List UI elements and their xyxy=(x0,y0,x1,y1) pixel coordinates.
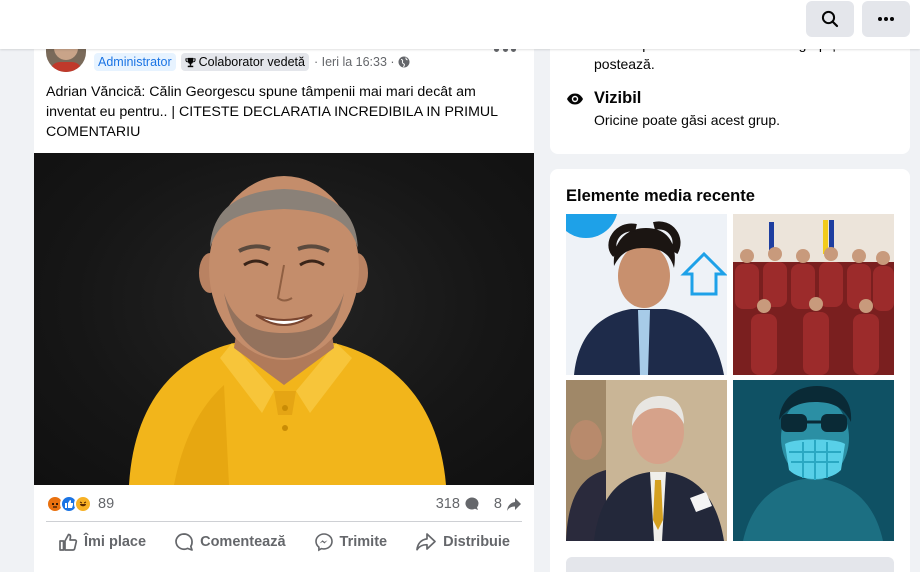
contributor-badge[interactable]: Colaborator vedetă xyxy=(180,53,309,71)
shares-count[interactable]: 8 xyxy=(494,496,502,512)
post-timestamp[interactable]: · Ieri la 16:33 · xyxy=(314,55,395,69)
actions-divider xyxy=(46,521,522,522)
see-all-media-button[interactable] xyxy=(566,557,894,572)
reactions-count: 89 xyxy=(98,496,115,512)
trophy-icon xyxy=(185,57,196,67)
send-button[interactable]: Trimite xyxy=(314,532,388,552)
post-card: Administrator Colaborator vedetă · Ieri … xyxy=(34,30,534,572)
man-portrait-illustration xyxy=(129,176,446,485)
comment-button[interactable]: Comentează xyxy=(174,532,286,552)
comment-bubble-icon xyxy=(465,497,479,510)
media-thumbnail[interactable] xyxy=(733,214,894,375)
post-text: Adrian Văncică: Călin Georgescu spune tâ… xyxy=(46,84,498,140)
visibility-title: Vizibil xyxy=(594,89,642,107)
admin-badge[interactable]: Administrator xyxy=(94,53,176,71)
top-bar xyxy=(0,0,920,49)
comment-label: Comentează xyxy=(200,534,286,550)
globe-icon xyxy=(398,56,410,68)
share-button[interactable]: Distribuie xyxy=(415,532,510,552)
official-photo-illustration xyxy=(566,380,727,541)
send-label: Trimite xyxy=(339,534,388,550)
post-stats: 89 318 8 xyxy=(46,491,522,517)
post-actions: Îmi place Comentează Trimite Distribuie xyxy=(46,524,522,560)
more-options-button[interactable] xyxy=(862,1,910,37)
search-icon xyxy=(821,10,839,28)
media-thumbnail[interactable] xyxy=(733,380,894,541)
engagement-counts: 318 8 xyxy=(436,496,522,512)
court-judges-photo-illustration xyxy=(733,214,894,375)
like-button[interactable]: Îmi place xyxy=(58,532,146,552)
contributor-badge-label: Colaborator vedetă xyxy=(198,55,305,69)
search-button[interactable] xyxy=(806,1,854,37)
media-thumbnail[interactable] xyxy=(566,380,727,541)
masked-doctor-illustration xyxy=(733,380,894,541)
eye-icon xyxy=(567,93,583,105)
avatar-shirt xyxy=(50,62,82,72)
media-thumbnail[interactable] xyxy=(566,214,727,375)
comments-count[interactable]: 318 xyxy=(436,496,460,512)
share-label: Distribuie xyxy=(443,534,510,550)
recent-media-title: Elemente media recente xyxy=(566,187,755,205)
messenger-icon xyxy=(314,533,333,552)
post-meta: Administrator Colaborator vedetă · Ieri … xyxy=(94,53,410,71)
visibility-description: Oricine poate găsi acest grup. xyxy=(594,112,780,128)
comment-icon xyxy=(175,533,193,551)
more-horizontal-icon xyxy=(878,17,894,21)
reactions-summary[interactable]: 89 xyxy=(46,495,114,513)
haha-react-icon xyxy=(74,495,92,513)
recent-media-card: Elemente media recente xyxy=(550,169,910,572)
share-arrow-icon xyxy=(507,498,521,511)
like-label: Îmi place xyxy=(84,534,147,550)
share-icon xyxy=(416,533,436,551)
thumbs-up-icon xyxy=(59,533,78,551)
post-photo[interactable] xyxy=(34,153,534,485)
politician-photo-illustration xyxy=(566,214,727,375)
